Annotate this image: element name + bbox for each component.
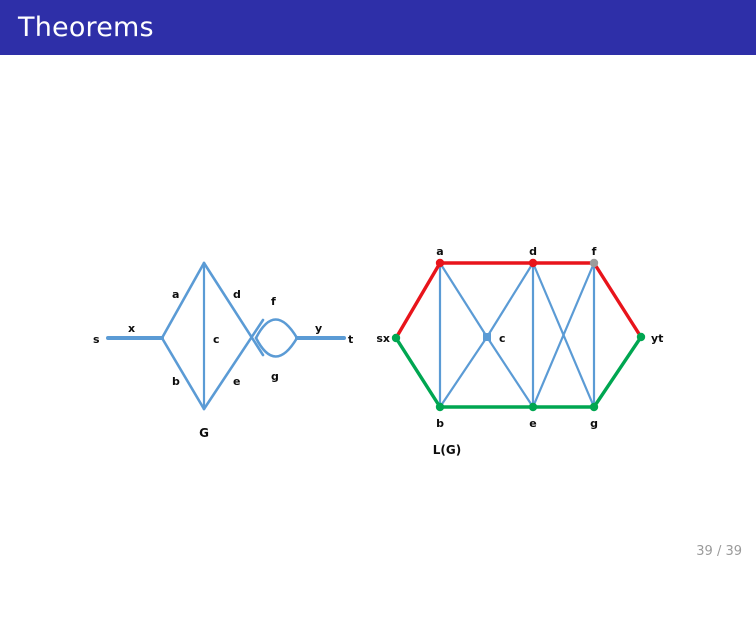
lg-label-c: c [499, 332, 506, 345]
g-edge-b [160, 336, 206, 411]
lg-node-yt [636, 332, 646, 342]
g-label-t: t [348, 333, 353, 346]
g-edge-label-d: d [233, 288, 241, 301]
lg-node-g [589, 402, 599, 412]
lg-label-f: f [592, 245, 597, 258]
g-edge-label-e: e [233, 375, 240, 388]
lg-node-f [589, 258, 599, 268]
g-edge-label-a: a [172, 288, 179, 301]
g-label-s: s [93, 333, 100, 346]
lg-edge-a-c [439, 262, 488, 338]
lg-label-sx: sx [376, 332, 390, 345]
lg-node-d [528, 258, 538, 268]
slide-canvas: Theorems s x y t a b c d e f g G sx a b … [0, 0, 756, 567]
lg-edge-sx-b [394, 336, 442, 409]
lg-node-c [483, 333, 491, 341]
lg-node-sx [391, 333, 401, 343]
g-edge-label-b: b [172, 375, 180, 388]
figure-area: s x y t a b c d e f g G sx a b c d e f g… [0, 55, 756, 530]
g-edge-label-c: c [213, 333, 220, 346]
lg-edge-c-d [486, 262, 534, 338]
lg-node-e [528, 402, 538, 412]
page-indicator: 39 / 39 [696, 544, 742, 559]
slide-title: Theorems [18, 12, 154, 43]
lg-label-d: d [529, 245, 537, 258]
lg-edge-f-yt [592, 261, 643, 339]
lg-edge-b-c [439, 336, 488, 408]
g-label-y: y [315, 322, 322, 335]
g-edge-label-g: g [271, 370, 279, 383]
g-label-x: x [128, 322, 135, 335]
lg-label-b: b [436, 417, 444, 430]
lg-edge-g-yt [592, 335, 643, 409]
lg-node-b [435, 402, 445, 412]
slide-title-bar: Theorems [0, 0, 756, 55]
lg-edge-sx-a [394, 261, 442, 340]
lg-label-yt: yt [651, 332, 663, 345]
lg-label-e: e [529, 417, 536, 430]
graph-g: s x y t a b c d e f g G [93, 261, 353, 440]
graph-lg: sx a b c d e f g yt L(G) [376, 245, 663, 457]
lg-edge-c-e [486, 336, 534, 408]
lg-label-a: a [436, 245, 443, 258]
graphs-svg: s x y t a b c d e f g G sx a b c d e f g… [93, 245, 663, 457]
g-edge-label-f: f [271, 295, 276, 308]
g-caption: G [199, 426, 209, 440]
lg-caption: L(G) [433, 443, 461, 457]
lg-label-g: g [590, 417, 598, 430]
lg-node-a [435, 258, 445, 268]
g-edge-a [160, 261, 206, 340]
